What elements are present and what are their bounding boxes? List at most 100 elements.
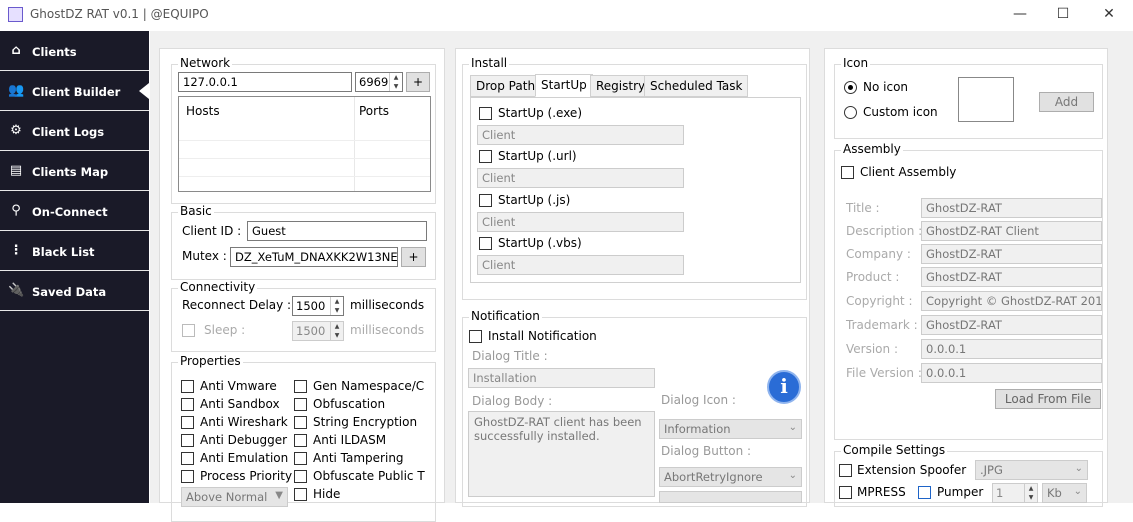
string-encryption-checkbox[interactable] (294, 416, 307, 429)
sidebar: ⌂ Clients 👥 Client Builder ⚙ Client Logs… (0, 31, 149, 503)
spin-arrows-icon[interactable]: ▲ ▼ (330, 322, 343, 340)
active-indicator (139, 83, 149, 99)
startup-url-label: StartUp (.url) (498, 149, 577, 163)
sidebar-item-on-connect[interactable]: ⚲ On-Connect (0, 191, 149, 231)
hosts-column-header[interactable]: Hosts (186, 104, 220, 118)
startup-vbs-checkbox[interactable] (479, 237, 492, 250)
anti-sandbox-checkbox[interactable] (181, 398, 194, 411)
description-label: Description : (846, 224, 923, 238)
dialog-button-value: AbortRetryIgnore (664, 470, 763, 484)
tab-drop-path[interactable]: Drop Path (470, 75, 542, 97)
dialog-test-button[interactable] (659, 491, 802, 503)
startup-url-input[interactable]: Client (477, 168, 684, 188)
dialog-icon-select[interactable]: Information ⌄ (659, 419, 802, 439)
sleep-stepper[interactable]: 1500 ▲ ▼ (292, 321, 344, 341)
sidebar-item-clients-map[interactable]: ▤ Clients Map (0, 151, 149, 191)
sidebar-item-saved-data[interactable]: 🔌 Saved Data (0, 271, 149, 311)
client-assembly-checkbox[interactable] (841, 166, 854, 179)
hide-checkbox[interactable] (294, 488, 307, 501)
sidebar-item-black-list[interactable]: ⋮ Black List (0, 231, 149, 271)
extension-select[interactable]: .JPG ⌄ (975, 460, 1088, 480)
extension-spoofer-checkbox[interactable] (839, 464, 852, 477)
custom-icon-label: Custom icon (863, 105, 938, 119)
startup-exe-checkbox[interactable] (479, 107, 492, 120)
tab-scheduled-task[interactable]: Scheduled Task (644, 75, 749, 97)
minimize-button[interactable]: — (997, 0, 1043, 30)
close-button[interactable]: ✕ (1086, 0, 1132, 30)
gen-namespace-label: Gen Namespace/C (313, 379, 425, 393)
generate-mutex-button[interactable]: + (401, 247, 426, 267)
spin-arrows-icon[interactable]: ▲ ▼ (1024, 484, 1037, 502)
reconnect-delay-stepper[interactable]: 1500 ▲ ▼ (292, 296, 344, 316)
host-input[interactable]: 127.0.0.1 (178, 72, 352, 92)
title-bar: GhostDZ RAT v0.1 | @EQUIPO — ☐ ✕ (0, 0, 1133, 30)
startup-js-input[interactable]: Client (477, 212, 684, 232)
obfuscate-public-checkbox[interactable] (294, 470, 307, 483)
add-host-button[interactable]: + (406, 72, 430, 92)
startup-vbs-input[interactable]: Client (477, 255, 684, 275)
sidebar-item-clients[interactable]: ⌂ Clients (0, 31, 149, 71)
anti-sandbox-label: Anti Sandbox (200, 397, 280, 411)
startup-js-checkbox[interactable] (479, 194, 492, 207)
anti-emulation-checkbox[interactable] (181, 452, 194, 465)
icon-preview (958, 77, 1014, 122)
description-input[interactable]: GhostDZ-RAT Client (921, 221, 1102, 241)
anti-debugger-checkbox[interactable] (181, 434, 194, 447)
anti-ildasm-checkbox[interactable] (294, 434, 307, 447)
load-from-file-button[interactable]: Load From File (995, 389, 1101, 409)
sidebar-item-label: Clients (32, 45, 77, 59)
sidebar-item-client-logs[interactable]: ⚙ Client Logs (0, 111, 149, 151)
gen-namespace-checkbox[interactable] (294, 380, 307, 393)
no-icon-radio[interactable] (844, 81, 857, 94)
anti-debugger-label: Anti Debugger (200, 433, 288, 447)
client-id-input[interactable]: Guest (247, 221, 427, 241)
tab-registry[interactable]: Registry (590, 75, 652, 97)
hosts-list[interactable]: Hosts Ports (178, 96, 431, 192)
dialog-title-input[interactable]: Installation (468, 368, 655, 388)
copyright-input[interactable]: Copyright © GhostDZ-RAT 201 (921, 291, 1102, 311)
pump-unit-value: Kb (1047, 486, 1062, 500)
process-priority-checkbox[interactable] (181, 470, 194, 483)
product-input[interactable]: GhostDZ-RAT (921, 267, 1102, 287)
pump-unit-select[interactable]: Kb ⌄ (1042, 483, 1087, 503)
startup-url-checkbox[interactable] (479, 150, 492, 163)
ports-column-header[interactable]: Ports (359, 104, 389, 118)
product-label: Product : (846, 270, 900, 284)
tab-startup[interactable]: StartUp (535, 74, 593, 97)
anti-wireshark-label: Anti Wireshark (200, 415, 288, 429)
chevron-down-icon: ⌄ (1074, 463, 1083, 474)
anti-wireshark-checkbox[interactable] (181, 416, 194, 429)
install-notification-checkbox[interactable] (469, 330, 482, 343)
maximize-button[interactable]: ☐ (1040, 0, 1086, 30)
anti-vmware-checkbox[interactable] (181, 380, 194, 393)
trademark-input[interactable]: GhostDZ-RAT (921, 315, 1102, 335)
anti-tampering-checkbox[interactable] (294, 452, 307, 465)
obfuscation-checkbox[interactable] (294, 398, 307, 411)
reconnect-delay-value: 1500 (296, 299, 326, 313)
port-stepper[interactable]: 6969 ▲ ▼ (355, 72, 403, 92)
title-input[interactable]: GhostDZ-RAT (921, 198, 1102, 218)
company-input[interactable]: GhostDZ-RAT (921, 244, 1102, 264)
users-icon: 👥 (8, 83, 25, 98)
startup-js-label: StartUp (.js) (498, 193, 571, 207)
pump-size-value: 1 (996, 486, 1004, 500)
file-version-input[interactable]: 0.0.0.1 (921, 363, 1102, 383)
priority-select[interactable]: Above Normal ▼ (181, 487, 288, 507)
spin-arrows-icon[interactable]: ▲ ▼ (389, 73, 402, 91)
dialog-body-input[interactable]: GhostDZ-RAT client has been successfully… (468, 411, 655, 497)
spin-arrows-icon[interactable]: ▲ ▼ (330, 297, 343, 315)
sleep-checkbox[interactable] (182, 324, 195, 337)
pumper-checkbox[interactable] (918, 486, 931, 499)
custom-icon-radio[interactable] (844, 106, 857, 119)
dialog-button-select[interactable]: AbortRetryIgnore ⌄ (659, 467, 802, 487)
assembly-title: Assembly (841, 142, 903, 156)
pump-size-stepper[interactable]: 1 ▲ ▼ (992, 483, 1038, 503)
mpress-checkbox[interactable] (839, 486, 852, 499)
mutex-input[interactable]: DZ_XeTuM_DNAXKK2W13NE (230, 247, 398, 267)
startup-exe-input[interactable]: Client (477, 125, 684, 145)
add-icon-button[interactable]: Add (1039, 92, 1094, 112)
process-priority-label: Process Priority (200, 469, 293, 483)
sidebar-item-client-builder[interactable]: 👥 Client Builder (0, 71, 149, 111)
version-input[interactable]: 0.0.0.1 (921, 339, 1102, 359)
dialog-body-label: Dialog Body : (472, 394, 553, 408)
